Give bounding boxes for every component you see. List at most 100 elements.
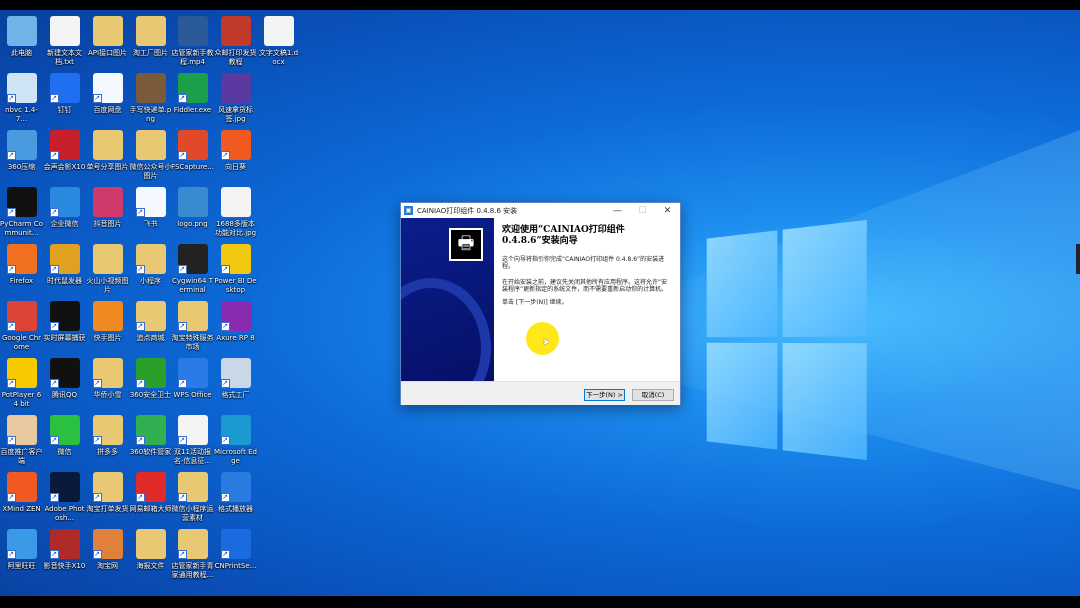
desktop-icon[interactable]: ↗ Fiddler.exe [171, 73, 214, 115]
desktop-icon[interactable]: ↗ 微信小程序运营素材 [171, 472, 214, 523]
desktop-icon[interactable]: logo.png [171, 187, 214, 229]
desktop-icon-label: CNPrintSe... [214, 562, 257, 570]
desktop-icon[interactable]: 抖音图片 [86, 187, 129, 229]
cancel-button[interactable]: 取消(C) [632, 389, 674, 401]
desktop-icon[interactable]: 店管家新手教程.mp4 [171, 16, 214, 67]
shortcut-arrow-icon: ↗ [49, 550, 59, 559]
desktop-icon[interactable]: ↗ Power BI Desktop [214, 244, 257, 295]
desktop-icon-label: 抖音图片 [93, 220, 122, 228]
desktop-icon[interactable]: ↗ nbvc 1.4-7... [0, 73, 43, 124]
desktop-icon[interactable]: 火山小视频图片 [86, 244, 129, 295]
desktop-icon[interactable]: 众邮打印发货教程 [214, 16, 257, 67]
next-button[interactable]: 下一步(N) > [584, 389, 625, 401]
desktop-icon[interactable]: ↗ PotPlayer 64 bit [0, 358, 43, 409]
desktop-icon-label: 网易邮箱大师 [129, 505, 172, 513]
app-icon: ↗ [177, 472, 208, 502]
desktop-icon[interactable]: ↗ 实时屏幕捕获 [43, 301, 86, 343]
desktop-icon[interactable]: 手写快递单.png [129, 73, 172, 124]
desktop-icon[interactable]: ↗ 会声会影X10 [43, 130, 86, 172]
desktop-icon[interactable]: ↗ 淘宝特殊服务市场 [171, 301, 214, 352]
desktop-icon[interactable]: ↗ 360压缩 [0, 130, 43, 172]
desktop-icon[interactable]: API接口图片 [86, 16, 129, 58]
maximize-button[interactable]: ☐ [630, 206, 655, 216]
app-icon: ↗ [177, 244, 208, 274]
desktop-icon[interactable]: ↗ 百度推广客户端 [0, 415, 43, 466]
desktop-icon-label: 腾讯QQ [51, 391, 78, 399]
desktop-icon[interactable]: ↗ Google Chrome [0, 301, 43, 352]
desktop-icon-label: 百度网盘 [93, 106, 122, 114]
desktop-icon[interactable]: ↗ Cygwin64 Terminal [171, 244, 214, 295]
shortcut-arrow-icon: ↗ [135, 436, 145, 445]
desktop-icon[interactable]: 文字文稿1.docx [257, 16, 300, 67]
desktop-icon[interactable]: ↗ 影音快手X10 [43, 529, 86, 571]
desktop-icon[interactable]: ↗ 腾讯QQ [43, 358, 86, 400]
desktop-icon[interactable]: ↗ 钉钉 [43, 73, 86, 115]
desktop-icon[interactable]: ↗ 双11活动报名-信息征... [171, 415, 214, 466]
desktop-icon[interactable]: ↗ XMind ZEN [0, 472, 43, 514]
desktop-icon-label: 淘宝网 [97, 562, 118, 570]
desktop-icon[interactable]: ↗ 微信 [43, 415, 86, 457]
desktop-icon-label: 向日葵 [225, 163, 246, 171]
app-icon: ↗ [49, 73, 80, 103]
shortcut-arrow-icon: ↗ [220, 322, 230, 331]
desktop-icon[interactable]: 微信公众号小图片 [129, 130, 172, 181]
app-icon: ↗ [6, 244, 37, 274]
desktop-icon[interactable]: ↗ 淘宝网 [86, 529, 129, 571]
desktop-icon[interactable]: ↗ PyCharm Communit... [0, 187, 43, 238]
desktop-icon[interactable]: ↗ 追点商城 [129, 301, 172, 343]
shortcut-arrow-icon: ↗ [177, 550, 187, 559]
desktop-icon[interactable]: ↗ 时代鼠发器 [43, 244, 86, 286]
desktop-icon[interactable]: ↗ 360软件管家 [129, 415, 172, 457]
desktop-icon[interactable]: ↗ 阿里旺旺 [0, 529, 43, 571]
desktop-icon[interactable]: 快手图片 [86, 301, 129, 343]
desktop-icon-label: 小程序 [140, 277, 161, 285]
desktop-icon[interactable]: ↗ 企业微信 [43, 187, 86, 229]
desktop-icon-label: 百度推广客户端 [0, 448, 43, 465]
desktop-icon-label: 风速拿货标签.jpg [218, 106, 253, 123]
desktop-icon[interactable]: 单号分享图片 [86, 130, 129, 172]
desktop-icon-label: 阿里旺旺 [7, 562, 36, 570]
desktop-icon[interactable]: ↗ 360安全卫士 [129, 358, 172, 400]
desktop-icon[interactable]: ↗ Microsoft Edge [214, 415, 257, 466]
desktop-icon[interactable]: ↗ Firefox [0, 244, 43, 286]
shortcut-arrow-icon: ↗ [177, 322, 187, 331]
desktop-icon[interactable]: ↗ Adobe Photosh... [43, 472, 86, 523]
desktop-icon[interactable]: ↗ 淘宝打单发货 [86, 472, 129, 514]
intro-text: 这个向导将指引你完成“CAINIAO打印组件 0.4.8.6”的安装进程。 [502, 256, 665, 270]
shortcut-arrow-icon: ↗ [135, 379, 145, 388]
app-icon [92, 244, 123, 274]
desktop-icon[interactable]: ↗ 向日葵 [214, 130, 257, 172]
desktop-icon[interactable]: 1688多版本功能对比.jpg [214, 187, 257, 238]
desktop-icon[interactable]: ↗ Axure RP 8 [214, 301, 257, 343]
desktop-icon[interactable]: 海报文件 [129, 529, 172, 571]
desktop-icon[interactable]: ↗ 拼多多 [86, 415, 129, 457]
close-button[interactable]: ✕ [655, 206, 680, 216]
app-icon [135, 529, 166, 559]
desktop-icon[interactable]: ↗ 格式工厂 [214, 358, 257, 400]
minimize-button[interactable]: — [605, 206, 630, 216]
desktop-icon[interactable]: ↗ 格式播放器 [214, 472, 257, 514]
desktop-icon[interactable]: 风速拿货标签.jpg [214, 73, 257, 124]
desktop-icon-label: PyCharm Communit... [0, 220, 43, 237]
desktop-icon[interactable]: ↗ 小程序 [129, 244, 172, 286]
desktop-icon[interactable]: ↗ 飞书 [129, 187, 172, 229]
app-icon: ↗ [6, 529, 37, 559]
shortcut-arrow-icon: ↗ [49, 322, 59, 331]
desktop-icon[interactable]: ↗ WPS Office [171, 358, 214, 400]
shortcut-arrow-icon: ↗ [6, 550, 16, 559]
desktop-icon[interactable]: ↗ 店管家新手青家通用教程... [171, 529, 214, 580]
desktop-icon[interactable]: 新建文本文档.txt [43, 16, 86, 67]
mouse-pointer-icon: ➤ [542, 337, 551, 348]
desktop-icon[interactable]: ↗ 百度网盘 [86, 73, 129, 115]
app-icon [220, 16, 251, 46]
desktop-icon[interactable]: ↗ 网易邮箱大师 [129, 472, 172, 514]
app-icon [135, 73, 166, 103]
desktop-icon[interactable]: ↗ 华侨小雪 [86, 358, 129, 400]
desktop-icon[interactable]: 此电脑 [0, 16, 43, 58]
desktop-icon-label: 实时屏幕捕获 [43, 334, 86, 342]
dialog-footer: 下一步(N) > 取消(C) [401, 381, 680, 405]
desktop-icon-label: 1688多版本功能对比.jpg [214, 220, 257, 237]
desktop-icon[interactable]: 淘工厂图片 [129, 16, 172, 58]
desktop-icon[interactable]: ↗ FSCapture... [171, 130, 214, 172]
desktop-icon[interactable]: ↗ CNPrintSe... [214, 529, 257, 571]
